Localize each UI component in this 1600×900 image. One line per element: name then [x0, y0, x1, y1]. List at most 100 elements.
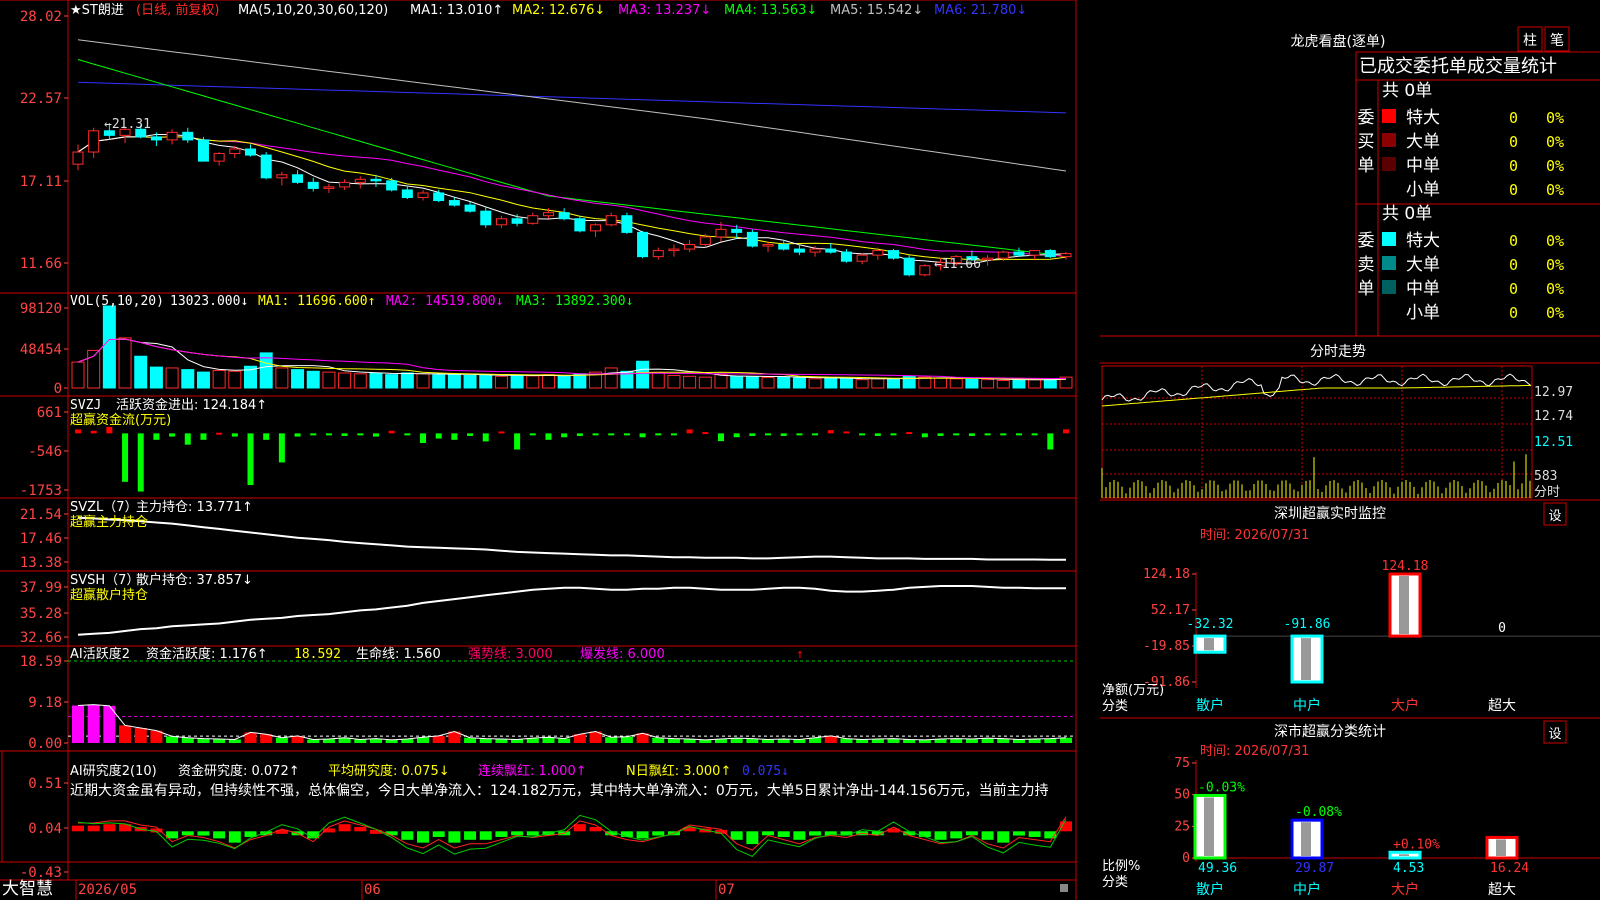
volume-bar: [824, 377, 838, 389]
svsh-label: SVSH（7）: [70, 573, 139, 588]
volume-bar: [338, 372, 352, 389]
monitor-cat-1: 中户: [1293, 697, 1321, 714]
research-bar: [354, 827, 367, 832]
candle-body: [903, 257, 915, 276]
ai-research-red: 连续飘红: 1.000↑: [478, 763, 587, 779]
ai-research-desc: 近期大资金虽有异动，但持续性不强，总体偏空，今日大单净流入：124.182万元，…: [70, 782, 1049, 799]
research-bar: [526, 831, 539, 836]
monitor-value-2: 124.18: [1382, 559, 1429, 574]
fund-flow-bar: [122, 433, 129, 482]
price-header-6: MA4: 13.563↓: [724, 3, 817, 18]
volume-bar: [149, 366, 163, 389]
activity-bar: [965, 739, 978, 743]
monitor-value-0: -32.32: [1187, 617, 1234, 632]
sell-row-value-2: 0: [1509, 280, 1518, 298]
intraday-avg-line: [1101, 384, 1532, 407]
research-bar: [652, 831, 665, 836]
candle-body: [872, 250, 884, 256]
volume-bar: [886, 378, 900, 389]
intraday-frame: [1101, 365, 1533, 499]
classify-change-2: +0.10%: [1393, 837, 1440, 852]
candle-body: [260, 154, 272, 179]
fund-flow-bar: [906, 432, 913, 435]
classify-value-2: 4.53: [1393, 861, 1424, 876]
classify-cat-1: 中户: [1293, 881, 1321, 898]
sell-label-char: 委: [1358, 231, 1375, 251]
volume-bar: [541, 374, 555, 389]
activity-bar: [275, 737, 288, 743]
research-bar: [1028, 831, 1041, 837]
buy-row-name-3: 小单: [1406, 180, 1440, 200]
volume-bar: [745, 376, 759, 389]
candle-body: [684, 244, 696, 250]
fund-flow-bar: [796, 433, 803, 436]
research-line-red: [78, 816, 1067, 851]
price-header-5: MA3: 13.237↓: [618, 3, 711, 18]
fund-flow-bar: [655, 433, 662, 436]
price-header-3: MA1: 13.010↑: [410, 3, 503, 18]
candle-body: [731, 228, 743, 233]
fund-flow-bar: [827, 430, 834, 434]
svsh-name: 散户持仓: 37.857↓: [136, 572, 253, 588]
sell-row-value-0: 0: [1509, 232, 1518, 250]
volume-tick-label-2: 0: [54, 381, 62, 397]
ai-research-tick-label-0: 0.51: [28, 776, 62, 792]
fund-flow-bar: [702, 432, 709, 435]
candle-body: [637, 231, 649, 258]
buy-label-bind: 委买单: [1366, 0, 1369, 1]
volume-bar: [557, 375, 571, 389]
main-chart-area[interactable]: 28.02 22.57 17.11 11.66 ←21.31 ←11.66 ★ST朗进 (日线…: [0, 0, 1100, 900]
classify-bar-shade-3: [1496, 839, 1506, 856]
ai-research-label: AI研究度2(10): [70, 763, 157, 779]
sell-swatch-0: [1382, 232, 1396, 246]
fund-flow-bar: [137, 433, 144, 492]
sell-row-pct-2: 0%: [1546, 280, 1564, 298]
research-bar: [464, 831, 477, 840]
research-bar: [479, 831, 492, 840]
fund-flow-bar: [420, 433, 427, 444]
research-bar: [511, 831, 524, 836]
fund-flow-bar: [984, 433, 991, 436]
candle-body: [840, 251, 852, 262]
volume-bar: [1012, 379, 1026, 389]
sell-label-char: 单: [1358, 279, 1375, 299]
volume-bar: [808, 378, 822, 389]
fund-flow-bar: [310, 433, 317, 436]
ai-research-extra: 0.075↓: [742, 764, 789, 779]
dragon-btn2-label: 笔: [1550, 33, 1564, 49]
monitor-settings-label: 设: [1548, 509, 1561, 524]
sell-row-value-3: 0: [1509, 304, 1518, 322]
monitor-axis-label1: 净额(万元): [1102, 683, 1164, 698]
activity-bar: [119, 725, 132, 743]
ai-active-arrow: ↑: [796, 647, 804, 662]
activity-line: [77, 704, 1067, 741]
fund-flow-bar: [1047, 433, 1054, 450]
fund-flow-bar: [749, 433, 756, 436]
monitor-tick-0: 124.18: [1143, 567, 1190, 582]
activity-bar: [464, 737, 477, 743]
candle-body: [464, 204, 476, 212]
monitor-value-1: -91.86: [1284, 617, 1331, 632]
svzj-label: SVZJ: [70, 398, 101, 413]
svzl-sub: 超赢主力持仓: [70, 514, 148, 530]
candle-body: [715, 228, 727, 238]
fund-flow-bar: [921, 433, 928, 438]
fund-flow-bar: [765, 433, 772, 436]
fund-flow-bar: [953, 433, 960, 436]
volume-bar: [777, 376, 791, 389]
fund-flow-bar: [780, 433, 787, 436]
volume-bar: [291, 369, 305, 389]
monitor-value-3: 0: [1498, 621, 1506, 636]
candle-body: [245, 148, 257, 156]
research-bar: [809, 831, 822, 836]
research-line-green: [77, 814, 1067, 857]
volume-bar: [981, 379, 995, 389]
svzl-tick-label-2: 13.38: [20, 555, 62, 571]
ai-active-name: 资金活跃度: 1.176↑: [146, 646, 268, 662]
fund-flow-bar: [670, 433, 677, 436]
fund-flow-bar: [639, 433, 646, 438]
fund-flow-bar: [576, 433, 583, 436]
candle-body: [495, 218, 507, 226]
candle-body: [809, 248, 821, 253]
activity-bar: [605, 737, 618, 743]
